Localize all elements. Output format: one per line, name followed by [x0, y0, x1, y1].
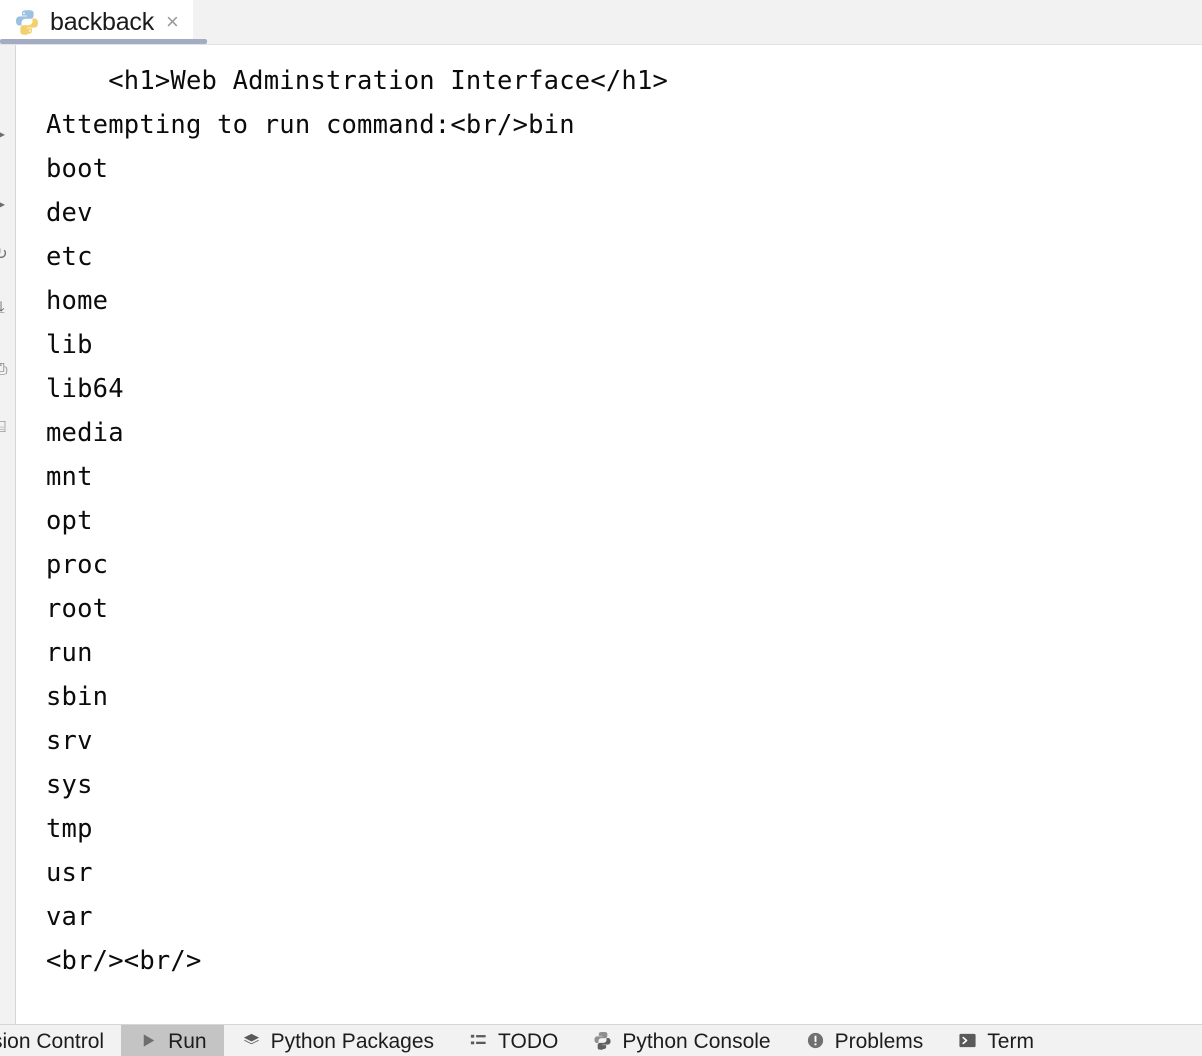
main-body: ▸ ▸ ↻ ⤓ ⎙ ⌸ <h1>Web Adminstration Interf…: [0, 44, 1202, 1024]
tool-window-label: TODO: [498, 1029, 559, 1053]
console-line: srv: [46, 726, 93, 756]
console-line: <h1>Web Adminstration Interface</h1>: [46, 66, 669, 96]
console-line: mnt: [46, 462, 93, 492]
console-line: proc: [46, 550, 109, 580]
tool-window-problems[interactable]: Problems: [788, 1025, 941, 1056]
editor-tab-bar: backback ×: [0, 0, 1202, 44]
active-tab-underline: [0, 39, 207, 44]
run-console-output[interactable]: <h1>Web Adminstration Interface</h1> Att…: [15, 45, 1202, 1024]
ide-window: backback × ▸ ▸ ↻ ⤓ ⎙ ⌸ <h1>Web Adminstra…: [0, 0, 1202, 1056]
rerun-icon[interactable]: ↻: [0, 241, 14, 267]
tool-window-label: Problems: [834, 1029, 924, 1053]
console-line: lib64: [46, 374, 124, 404]
run-play-icon: [138, 1030, 159, 1051]
todo-list-icon: [468, 1030, 489, 1051]
tool-window-label: Python Packages: [270, 1029, 435, 1053]
tool-window-label: Run: [168, 1029, 207, 1053]
console-line: sbin: [46, 682, 109, 712]
console-line: boot: [46, 154, 109, 184]
scroll-to-end-icon[interactable]: ⤓: [0, 291, 15, 325]
console-line: var: [46, 902, 93, 932]
tool-window-bar: sion Control Run Python Packages TODO Py…: [0, 1024, 1202, 1056]
python-console-icon: [592, 1030, 613, 1051]
console-line: usr: [46, 858, 93, 888]
console-line: dev: [46, 198, 93, 228]
terminal-icon: [957, 1030, 978, 1051]
editor-tab-label: backback: [50, 7, 155, 36]
console-line: etc: [46, 242, 93, 272]
console-line: lib: [46, 330, 93, 360]
console-line: opt: [46, 506, 93, 536]
problems-warning-icon: [805, 1030, 826, 1051]
console-line: run: [46, 638, 93, 668]
tool-window-version-control[interactable]: sion Control: [0, 1025, 121, 1056]
console-line: root: [46, 594, 109, 624]
editor-tab-backback[interactable]: backback ×: [0, 0, 193, 44]
print-icon[interactable]: ⎙: [0, 357, 14, 383]
python-file-icon: [14, 9, 40, 35]
console-line: media: [46, 418, 124, 448]
tool-window-label: sion Control: [0, 1029, 105, 1053]
tool-window-todo[interactable]: TODO: [451, 1025, 575, 1056]
tool-window-python-packages[interactable]: Python Packages: [224, 1025, 451, 1056]
close-icon[interactable]: ×: [164, 11, 179, 33]
console-line: tmp: [46, 814, 93, 844]
tool-window-python-console[interactable]: Python Console: [575, 1025, 787, 1056]
run-tool-strip: ▸ ▸ ↻ ⤓ ⎙ ⌸: [0, 45, 15, 1024]
packages-layers-icon: [241, 1030, 262, 1051]
tool-window-terminal[interactable]: Term: [940, 1025, 1051, 1056]
tool-window-label: Term: [987, 1029, 1034, 1053]
expand-arrow-icon[interactable]: ▸: [0, 121, 14, 147]
clear-all-icon[interactable]: ⌸: [0, 415, 14, 441]
console-line: home: [46, 286, 109, 316]
tool-window-run[interactable]: Run: [121, 1025, 224, 1056]
tool-window-label: Python Console: [622, 1029, 771, 1053]
console-line: Attempting to run command:<br/>bin: [46, 110, 575, 140]
console-line: <br/><br/>: [46, 946, 202, 976]
collapse-arrow-icon[interactable]: ▸: [0, 191, 14, 217]
console-line: sys: [46, 770, 93, 800]
